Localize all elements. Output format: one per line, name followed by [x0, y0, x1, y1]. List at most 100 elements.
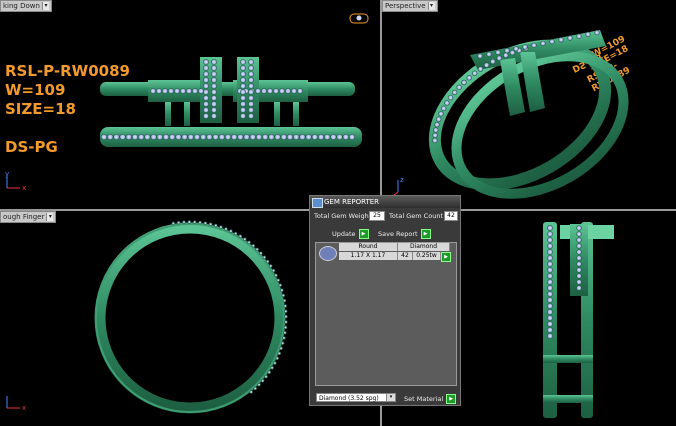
chevron-down-icon[interactable]: ▾ — [386, 394, 395, 401]
gem-stone — [547, 315, 553, 321]
gem-stone — [281, 293, 286, 298]
gem-stone — [240, 65, 246, 71]
gem-stone — [240, 89, 246, 95]
gem-stone — [342, 133, 349, 141]
material-select-value: Diamond (3.52 spg) — [319, 395, 379, 402]
gem-stone — [260, 379, 265, 383]
set-material-button[interactable]: Set Material ▶ — [404, 394, 457, 404]
gem-stone — [240, 101, 246, 107]
gem-stone — [262, 133, 269, 141]
gem-stone — [317, 133, 325, 141]
gem-stone — [285, 88, 291, 94]
gem-stone — [249, 390, 253, 394]
gem-stone — [513, 46, 519, 52]
gem-stone — [291, 88, 297, 94]
gem-stone — [293, 133, 300, 141]
gem-stone — [509, 49, 516, 56]
play-icon[interactable]: ▶ — [420, 229, 431, 239]
gem-stone — [171, 221, 176, 226]
gem-stone — [432, 137, 438, 144]
gem-stone — [211, 89, 217, 95]
gem-stone — [203, 83, 209, 89]
gem-stone — [279, 346, 283, 351]
gem-stone — [203, 71, 209, 77]
gem-stone — [255, 88, 261, 94]
gem-stone — [477, 66, 484, 72]
gem-stone — [447, 94, 454, 101]
gem-stone — [203, 101, 209, 107]
gem-badge-icon — [349, 13, 369, 24]
gem-stone — [547, 231, 553, 237]
gem-stone — [248, 95, 254, 101]
gem-stone — [218, 133, 225, 141]
gem-stone — [444, 100, 450, 106]
gem-stone — [434, 121, 440, 128]
gem-stone — [193, 133, 201, 141]
update-button-label: Update — [332, 230, 356, 238]
gem-stone — [211, 113, 217, 119]
update-button[interactable]: Update ▶ — [332, 229, 369, 239]
gem-stone — [240, 83, 246, 89]
gem-stone — [211, 83, 217, 89]
gem-stone — [594, 29, 600, 36]
gem-stone — [240, 77, 246, 83]
gem-stone — [336, 133, 343, 141]
play-icon[interactable]: ▶ — [446, 394, 457, 404]
gem-stone — [567, 35, 573, 41]
gem-stone — [282, 298, 287, 303]
gem-stone — [264, 374, 268, 379]
set-material-button-label: Set Material — [404, 395, 444, 403]
gem-stone — [276, 278, 280, 282]
gem-stone — [268, 264, 273, 268]
gem-stone — [243, 133, 250, 141]
ring-side-view — [543, 222, 614, 418]
gem-stone — [504, 47, 510, 54]
gem-stone — [187, 220, 192, 224]
gem-stone — [150, 133, 157, 141]
gem-stone — [441, 105, 447, 112]
gem-stone — [477, 53, 483, 59]
gem-stone — [280, 341, 285, 345]
gem-stone — [203, 59, 209, 65]
gem-stone — [496, 55, 502, 61]
row-action-icon[interactable]: ▶ — [441, 252, 451, 262]
axis-x-label: x — [22, 184, 27, 192]
gem-stone — [182, 220, 186, 224]
gem-stone — [257, 382, 261, 387]
play-icon[interactable]: ▶ — [358, 229, 369, 239]
material-select[interactable]: Diamond (3.52 spg) ▾ — [316, 393, 396, 402]
axis-x-label: x — [22, 404, 27, 412]
gem-stone — [576, 273, 582, 279]
gem-stone — [273, 88, 279, 94]
gem-stone — [549, 38, 555, 45]
gem-stone — [436, 116, 442, 122]
gem-stone — [451, 89, 458, 96]
gem-stone — [348, 133, 356, 141]
gem-stone — [433, 127, 439, 133]
gem-stone — [187, 133, 194, 141]
gem-stone — [576, 237, 582, 243]
gem-stone — [249, 133, 256, 141]
gem-stone — [280, 133, 287, 141]
save-report-button[interactable]: Save Report ▶ — [378, 229, 431, 239]
gem-stone — [240, 107, 246, 113]
gem-stone — [330, 133, 337, 141]
gem-stone — [576, 285, 582, 291]
total-gem-weight-value: 25 — [369, 211, 385, 221]
gem-stone — [278, 283, 282, 287]
gem-stone — [240, 59, 246, 65]
gem-stone — [162, 88, 168, 94]
column-header: Round — [339, 243, 398, 251]
gem-stone — [547, 249, 553, 255]
gem-stone — [248, 107, 254, 113]
gem-stone — [547, 273, 553, 279]
gem-stone — [547, 225, 553, 231]
gem-stone — [211, 71, 217, 77]
gem-stone — [576, 249, 582, 255]
gem-stone — [576, 243, 582, 249]
ring-perspective-view — [428, 29, 629, 199]
gem-stone — [203, 77, 209, 83]
gem-table: Round Diamond 1.17 X 1.17 42 0.25tw ▶ — [315, 242, 457, 386]
gem-reporter-titlebar[interactable]: GEM REPORTER — [310, 196, 460, 208]
gem-stone — [224, 227, 228, 231]
